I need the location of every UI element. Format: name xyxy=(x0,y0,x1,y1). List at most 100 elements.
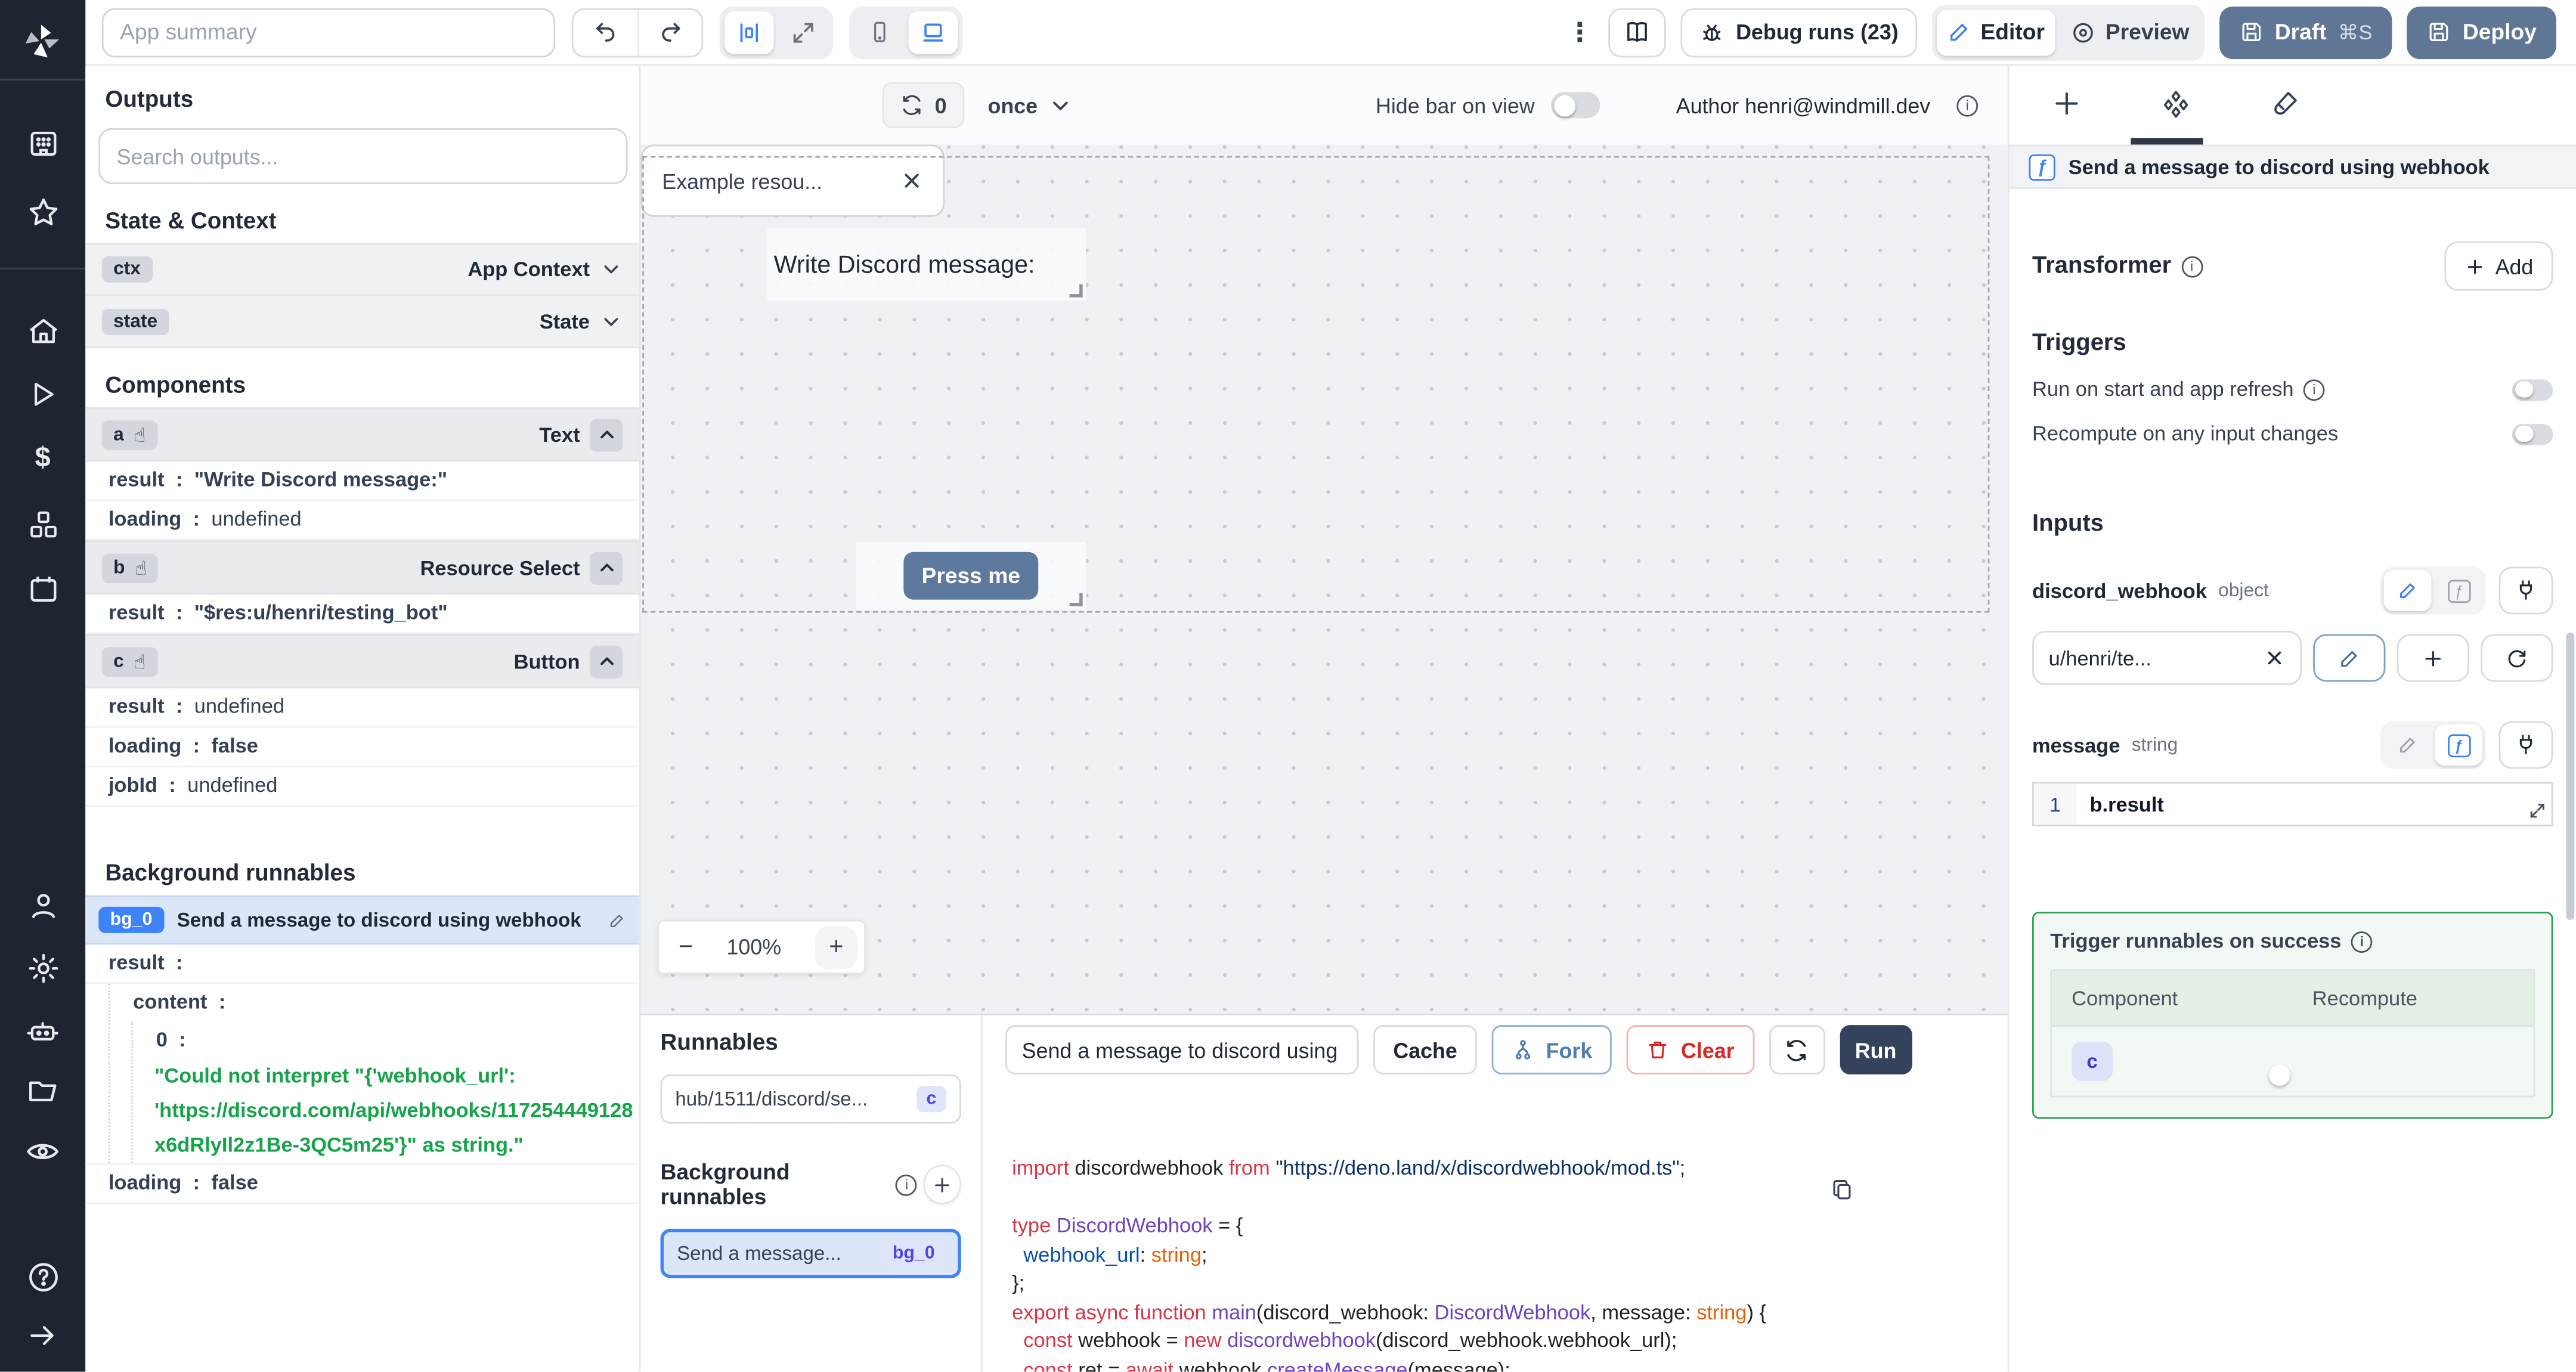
kebab-menu-icon[interactable]: ⋮ xyxy=(1566,16,1593,48)
favorites-star-icon[interactable] xyxy=(0,196,85,230)
audit-eye-icon[interactable] xyxy=(0,1133,85,1170)
vertical-scrollbar-thumb[interactable] xyxy=(2566,632,2575,920)
chevron-down-icon[interactable] xyxy=(600,258,623,281)
static-mode-pencil-icon[interactable] xyxy=(2384,724,2432,766)
help-icon[interactable] xyxy=(0,1260,85,1294)
apps-icon[interactable] xyxy=(0,126,85,161)
bg0-row[interactable]: bg_0 Send a message to discord using web… xyxy=(85,895,639,945)
text-component[interactable]: Write Discord message: xyxy=(767,228,1086,301)
press-me-button[interactable]: Press me xyxy=(903,552,1039,600)
component-row-c[interactable]: c ☝ Button xyxy=(85,634,639,689)
output-kv-row[interactable]: loading: false xyxy=(85,1163,639,1204)
expression-value: b.result xyxy=(2089,792,2164,816)
workers-robot-icon[interactable] xyxy=(0,1014,85,1050)
code-line: }; xyxy=(1012,1271,1025,1295)
edit-pencil-icon[interactable] xyxy=(608,911,626,929)
component-row-b[interactable]: b ☝ Resource Select xyxy=(85,540,639,595)
recompute-any-toggle[interactable] xyxy=(2512,423,2553,445)
output-kv-row[interactable]: jobId: undefined xyxy=(85,767,639,807)
message-expression-editor[interactable]: 1 b.result xyxy=(2032,782,2553,826)
folders-icon[interactable] xyxy=(0,1073,85,1107)
output-kv-row[interactable]: loading: undefined xyxy=(85,501,639,541)
component-settings-diamonds-icon[interactable] xyxy=(2160,89,2191,120)
draft-button[interactable]: Draft ⌘S xyxy=(2219,5,2392,58)
schedules-calendar-icon[interactable] xyxy=(0,572,85,606)
clear-button[interactable]: Clear xyxy=(1627,1025,1754,1075)
settings-gear-icon[interactable] xyxy=(0,951,85,986)
clear-x-icon[interactable] xyxy=(2264,648,2286,669)
docs-book-button[interactable] xyxy=(1608,7,1665,57)
add-transformer-button[interactable]: Add xyxy=(2444,241,2553,291)
undo-button[interactable] xyxy=(573,9,637,55)
app-summary-input[interactable] xyxy=(101,7,556,57)
eval-mode-function-icon[interactable]: ƒ xyxy=(2435,724,2482,766)
refresh-policy-dropdown[interactable]: once xyxy=(987,93,1072,117)
deploy-button[interactable]: Deploy xyxy=(2407,5,2556,58)
runnable-item[interactable]: hub/1511/discord/se... c xyxy=(660,1074,961,1125)
refresh-resource-button[interactable] xyxy=(2481,634,2553,682)
output-kv-row[interactable]: result: undefined xyxy=(85,688,639,728)
add-resource-button[interactable] xyxy=(2397,634,2469,682)
desktop-view-button[interactable] xyxy=(908,10,958,54)
home-icon[interactable] xyxy=(0,314,85,348)
search-outputs-input[interactable] xyxy=(98,128,628,184)
run-on-start-toggle[interactable] xyxy=(2512,379,2553,400)
connect-plug-icon[interactable] xyxy=(2498,721,2553,769)
eval-mode-function-icon[interactable]: ƒ xyxy=(2435,570,2482,611)
hand-pointer-icon: ☝ xyxy=(134,649,146,673)
app-canvas[interactable]: Write Discord message: Example resou... … xyxy=(640,144,2008,1014)
insert-component-plus-icon[interactable] xyxy=(2052,89,2082,119)
add-bg-runnable-button[interactable] xyxy=(924,1165,961,1205)
hide-bar-toggle[interactable] xyxy=(1551,92,1600,119)
resource-value-input[interactable]: u/henri/te... xyxy=(2032,630,2302,685)
output-kv-row[interactable]: loading: false xyxy=(85,728,639,767)
debug-runs-button[interactable]: Debug runs (23) xyxy=(1680,7,1917,57)
refresh-count-chip[interactable]: 0 xyxy=(882,82,965,128)
tab-preview[interactable]: Preview xyxy=(2060,9,2199,55)
info-icon[interactable]: i xyxy=(2303,379,2325,400)
script-title-input[interactable]: Send a message to discord using xyxy=(1005,1025,1359,1075)
copy-code-icon[interactable] xyxy=(1831,1120,1922,1260)
info-icon[interactable]: i xyxy=(2351,930,2373,952)
info-icon[interactable]: i xyxy=(1956,94,1979,116)
state-row[interactable]: state State xyxy=(85,295,639,349)
zoom-in-button[interactable]: + xyxy=(815,925,858,969)
chevron-down-icon[interactable] xyxy=(600,309,623,333)
static-mode-pencil-icon[interactable] xyxy=(2383,570,2432,611)
output-kv-row[interactable]: 0: xyxy=(133,1022,639,1060)
windmill-logo-icon[interactable] xyxy=(0,21,85,61)
collapse-chevron-up-icon[interactable] xyxy=(590,551,623,584)
centered-layout-button[interactable] xyxy=(724,10,774,54)
c-jobid-value: undefined xyxy=(187,773,278,797)
connect-plug-icon[interactable] xyxy=(2498,566,2553,615)
styling-brush-icon[interactable] xyxy=(2271,89,2301,119)
cache-button[interactable]: Cache xyxy=(1373,1025,1477,1075)
expand-editor-icon[interactable] xyxy=(2528,801,2546,819)
bg-runnable-item-selected[interactable]: Send a message... bg_0 xyxy=(660,1229,961,1278)
component-row-a[interactable]: a ☝ Text xyxy=(85,407,639,462)
reload-script-button[interactable] xyxy=(1769,1025,1825,1075)
runs-icon[interactable] xyxy=(0,378,85,411)
user-icon[interactable] xyxy=(0,889,85,924)
zoom-out-button[interactable]: − xyxy=(679,933,693,961)
expand-sidebar-arrow-icon[interactable] xyxy=(0,1319,85,1352)
fork-button[interactable]: Fork xyxy=(1491,1025,1612,1075)
code-editor[interactable]: import discordwebhook from "https://deno… xyxy=(983,1085,2008,1372)
collapse-chevron-up-icon[interactable] xyxy=(590,645,623,678)
output-kv-row[interactable]: result: "Write Discord message:" xyxy=(85,462,639,501)
output-kv-row[interactable]: result: "$res:u/henri/testing_bot" xyxy=(85,594,639,634)
collapse-chevron-up-icon[interactable] xyxy=(590,418,623,451)
variables-icon[interactable]: $ xyxy=(0,442,85,475)
output-kv-row[interactable]: result: xyxy=(85,944,639,984)
tab-editor[interactable]: Editor xyxy=(1936,9,2055,55)
run-button[interactable]: Run xyxy=(1839,1025,1912,1075)
output-kv-row[interactable]: content: xyxy=(110,984,639,1021)
ctx-row[interactable]: ctx App Context xyxy=(85,243,639,296)
mobile-view-button[interactable] xyxy=(854,11,904,54)
info-icon[interactable]: i xyxy=(896,1174,918,1196)
resources-icon[interactable] xyxy=(0,507,85,542)
fullscreen-layout-button[interactable] xyxy=(779,11,828,54)
edit-resource-pencil-button[interactable] xyxy=(2313,634,2386,682)
info-icon[interactable]: i xyxy=(2181,255,2203,277)
redo-button[interactable] xyxy=(637,9,702,55)
